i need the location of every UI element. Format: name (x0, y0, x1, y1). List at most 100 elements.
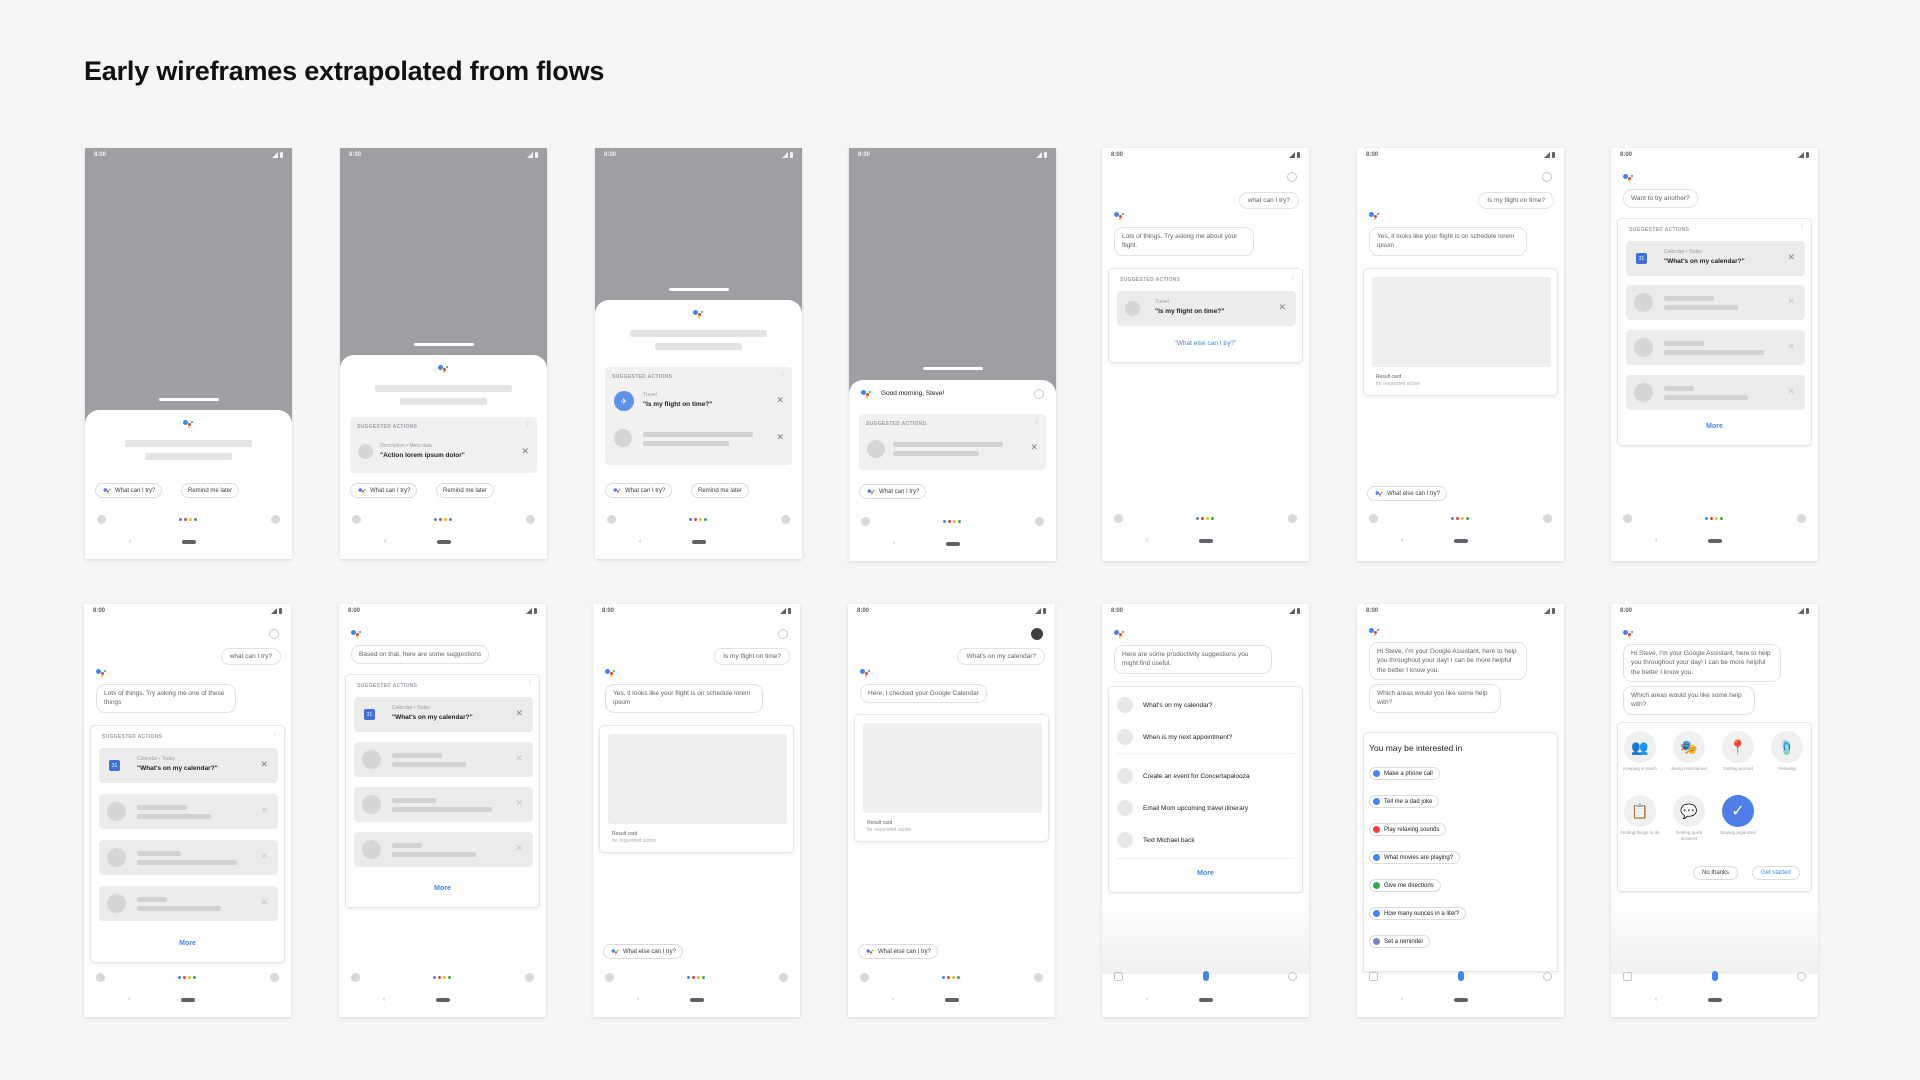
assistant-dots-icon[interactable] (178, 518, 197, 521)
account-icon[interactable] (1287, 172, 1297, 182)
what-can-i-try-chip[interactable]: What can I try? (859, 484, 927, 499)
what-can-i-try-chip[interactable]: What can I try? (605, 483, 673, 498)
placeholder-action[interactable]: ✕ (1626, 375, 1805, 410)
action-title[interactable]: "Is my flight on time?" (643, 401, 712, 408)
home-pill-icon[interactable] (1453, 998, 1468, 1002)
no-thanks-button[interactable]: No thanks (1693, 866, 1739, 880)
sheet-handle[interactable] (158, 398, 219, 401)
right-icon[interactable] (781, 515, 790, 524)
dismiss-icon[interactable]: ✕ (515, 799, 523, 808)
home-pill-icon[interactable] (944, 998, 959, 1002)
left-icon[interactable] (351, 973, 360, 982)
placeholder-action[interactable]: ✕ (99, 794, 278, 829)
assistant-dots-icon[interactable] (686, 976, 705, 979)
home-pill-icon[interactable] (1198, 539, 1213, 543)
interest-chip[interactable]: How many ounces in a liter? (1369, 907, 1467, 920)
overflow-menu-icon[interactable]: ⋮ (1799, 224, 1805, 231)
home-pill-icon[interactable] (181, 540, 196, 544)
dismiss-icon[interactable]: ✕ (515, 754, 523, 763)
relaxing-icon[interactable]: 🩴 (1771, 731, 1803, 763)
right-icon[interactable] (526, 515, 535, 524)
dismiss-icon[interactable]: ✕ (1278, 303, 1286, 312)
back-icon[interactable]: ‹ (1401, 996, 1403, 1003)
overflow-menu-icon[interactable]: ⋮ (1290, 274, 1296, 281)
sheet-handle[interactable] (922, 367, 983, 370)
right-icon[interactable] (1543, 514, 1552, 523)
remind-me-later-chip[interactable]: Remind me later (181, 483, 240, 498)
overflow-menu-icon[interactable]: ⋮ (525, 421, 531, 428)
dismiss-icon[interactable]: ✕ (260, 806, 268, 815)
assistant-dots-icon[interactable] (177, 976, 196, 979)
back-icon[interactable]: ‹ (383, 996, 385, 1003)
avatar[interactable] (1031, 628, 1043, 640)
what-else-chip[interactable]: What else can I try? (858, 944, 939, 959)
interest-chip[interactable]: Set a reminder (1369, 935, 1431, 948)
home-pill-icon[interactable] (1707, 539, 1722, 543)
account-icon[interactable] (269, 629, 279, 639)
back-icon[interactable]: ‹ (637, 996, 639, 1003)
assistant-dots-icon[interactable] (942, 520, 961, 523)
assistant-dots-icon[interactable] (432, 976, 451, 979)
compass-icon[interactable] (1543, 972, 1552, 981)
home-pill-icon[interactable] (1707, 998, 1722, 1002)
staying-organized-check-icon[interactable]: ✓ (1722, 795, 1754, 827)
back-icon[interactable]: ‹ (1655, 537, 1657, 544)
action-title[interactable]: "Action lorem ipsum dolor" (380, 452, 465, 459)
what-else-chip[interactable]: What else can I try? (1367, 486, 1448, 501)
keeping-in-touch-icon[interactable]: 👥 (1624, 731, 1656, 763)
dismiss-icon[interactable]: ✕ (776, 433, 784, 442)
interest-chip[interactable]: What movies are playing? (1369, 851, 1461, 864)
placeholder-action[interactable]: ✕ (99, 840, 278, 875)
being-entertained-icon[interactable]: 🎭 (1673, 731, 1705, 763)
interest-chip[interactable]: Make a phone call (1369, 767, 1440, 780)
back-icon[interactable]: ‹ (128, 996, 130, 1003)
getting-around-icon[interactable]: 📍 (1722, 731, 1754, 763)
interest-chip[interactable]: Tell me a dad joke (1369, 795, 1440, 808)
dismiss-icon[interactable]: ✕ (1787, 253, 1795, 262)
assistant-dots-icon[interactable] (1450, 517, 1469, 520)
dismiss-icon[interactable]: ✕ (776, 396, 784, 405)
assistant-dots-icon[interactable] (688, 518, 707, 521)
suggestion-item[interactable]: When is my next appointment? (1117, 729, 1232, 745)
suggestion-item[interactable]: Text Michael back (1117, 832, 1195, 848)
what-else-chip[interactable]: What else can I try? (603, 944, 684, 959)
dismiss-icon[interactable]: ✕ (515, 709, 523, 718)
back-icon[interactable]: ‹ (1401, 537, 1403, 544)
back-icon[interactable]: ‹ (892, 996, 894, 1003)
left-icon[interactable] (1369, 514, 1378, 523)
home-pill-icon[interactable] (691, 540, 706, 544)
placeholder-action[interactable]: ✕ (354, 787, 533, 822)
home-pill-icon[interactable] (180, 998, 195, 1002)
dismiss-icon[interactable]: ✕ (1787, 387, 1795, 396)
right-icon[interactable] (525, 973, 534, 982)
back-icon[interactable]: ‹ (893, 540, 895, 547)
result-card[interactable]: Result card for requested action (599, 725, 794, 853)
finding-things-icon[interactable]: 📋 (1624, 795, 1656, 827)
back-icon[interactable]: ‹ (1146, 996, 1148, 1003)
action-item[interactable]: 31 Calendar • Today "What's on my calend… (1626, 241, 1805, 276)
dismiss-icon[interactable]: ✕ (1030, 443, 1038, 452)
more-link[interactable]: More (1109, 870, 1302, 877)
compass-icon[interactable] (1797, 972, 1806, 981)
home-pill-icon[interactable] (945, 542, 960, 546)
placeholder-action[interactable]: ✕ (99, 886, 278, 921)
account-icon[interactable] (1034, 389, 1044, 399)
compass-icon[interactable] (1288, 972, 1297, 981)
dismiss-icon[interactable]: ✕ (1787, 342, 1795, 351)
assistant-dots-icon[interactable] (1195, 517, 1214, 520)
what-can-i-try-chip[interactable]: What can I try? (95, 483, 163, 498)
remind-me-later-chip[interactable]: Remind me later (436, 483, 495, 498)
right-icon[interactable] (1288, 514, 1297, 523)
left-icon[interactable] (1623, 514, 1632, 523)
dismiss-icon[interactable]: ✕ (260, 852, 268, 861)
account-icon[interactable] (1542, 172, 1552, 182)
right-icon[interactable] (779, 973, 788, 982)
right-icon[interactable] (271, 515, 280, 524)
left-icon[interactable] (1114, 514, 1123, 523)
back-icon[interactable]: ‹ (1655, 996, 1657, 1003)
more-link[interactable]: More (91, 940, 284, 947)
keyboard-icon[interactable] (1369, 972, 1378, 981)
keyboard-icon[interactable] (1114, 972, 1123, 981)
suggestion-item[interactable]: Email Mom upcoming travel itinerary (1117, 800, 1248, 816)
left-icon[interactable] (860, 973, 869, 982)
